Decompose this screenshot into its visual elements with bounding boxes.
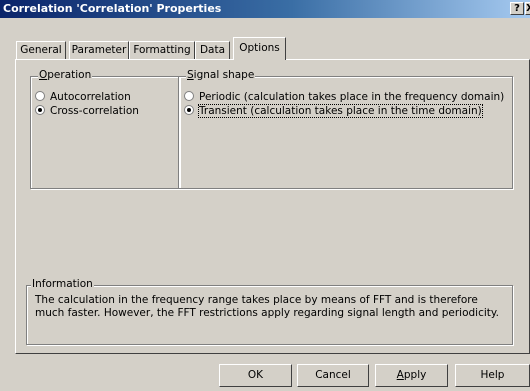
tab-parameter[interactable]: Parameter	[69, 41, 129, 59]
transient-radio[interactable]	[184, 105, 194, 115]
tab-general[interactable]: General	[16, 41, 66, 59]
help-title-button[interactable]: ?	[510, 2, 524, 15]
tab-formatting[interactable]: Formatting	[129, 41, 195, 59]
periodic-label: Periodic (calculation takes place in the…	[199, 91, 505, 103]
tab-options[interactable]: Options	[233, 37, 286, 60]
autocorrelation-option[interactable]: Autocorrelation	[35, 91, 131, 104]
autocorrelation-label: Autocorrelation	[50, 91, 131, 103]
cross-correlation-option[interactable]: Cross-correlation	[35, 105, 139, 118]
tab-data[interactable]: Data	[195, 41, 230, 59]
close-title-button[interactable]: X	[525, 2, 530, 15]
options-panel: Operation Autocorrelation Cross-correlat…	[15, 59, 530, 354]
help-button[interactable]: Help	[455, 364, 530, 387]
title-bar: Correlation 'Correlation' Properties ? X	[0, 0, 530, 18]
autocorrelation-radio[interactable]	[35, 91, 45, 101]
periodic-option[interactable]: Periodic (calculation takes place in the…	[184, 91, 504, 104]
ok-button[interactable]: OK	[219, 364, 292, 387]
operation-group: Operation Autocorrelation Cross-correlat…	[30, 69, 180, 189]
information-group: Information The calculation in the frequ…	[26, 278, 513, 345]
periodic-radio[interactable]	[184, 91, 194, 101]
signal-shape-group: Signal shape Periodic (calculation takes…	[178, 69, 513, 189]
information-group-label: Information	[31, 278, 94, 290]
cross-correlation-label: Cross-correlation	[50, 105, 139, 117]
transient-label: Transient (calculation takes place in th…	[198, 104, 483, 118]
operation-group-label: Operation	[38, 69, 93, 81]
information-text: The calculation in the frequency range t…	[35, 294, 499, 319]
window-title: Correlation 'Correlation' Properties	[3, 2, 222, 15]
cancel-button[interactable]: Cancel	[297, 364, 369, 387]
signal-shape-group-label: Signal shape	[186, 69, 256, 81]
transient-option[interactable]: Transient (calculation takes place in th…	[184, 104, 483, 118]
cross-correlation-radio[interactable]	[35, 105, 45, 115]
apply-button[interactable]: Apply	[375, 364, 448, 387]
